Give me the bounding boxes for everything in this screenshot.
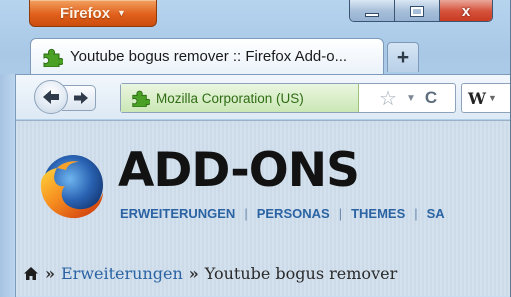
back-button[interactable] [34, 79, 68, 114]
home-icon[interactable] [23, 266, 39, 281]
back-arrow-icon [43, 89, 59, 104]
breadcrumb-chevron: » [188, 264, 199, 283]
breadcrumb: » Erweiterungen » Youtube bogus remover [23, 264, 397, 283]
page-title: ADD-ONS [118, 143, 360, 198]
forward-arrow-icon [73, 92, 88, 104]
addons-category-nav: ERWEITERUNGEN | PERSONAS | THEMES | SA [120, 206, 445, 221]
plus-icon: + [396, 45, 410, 69]
back-forward-group [34, 79, 120, 114]
search-engine-dropdown-icon[interactable]: ▼ [488, 93, 497, 103]
nav-link-sa[interactable]: SA [427, 206, 445, 221]
nav-separator: | [244, 206, 248, 221]
url-bar[interactable]: Mozilla Corporation (US) ☆ ▼ C [120, 83, 456, 113]
site-identity-button[interactable]: Mozilla Corporation (US) [121, 84, 359, 112]
tab-youtube-bogus-remover[interactable]: Youtube bogus remover :: Firefox Add-o..… [30, 38, 384, 74]
search-bar[interactable]: W ▼ [461, 83, 510, 113]
firefox-menu-label: Firefox [60, 4, 111, 22]
url-bar-icons: ☆ ▼ C [379, 84, 437, 112]
maximize-icon [410, 5, 424, 17]
tab-title: Youtube bogus remover :: Firefox Add-o..… [70, 48, 348, 65]
firefox-logo-icon [40, 155, 103, 219]
minimize-button[interactable] [350, 0, 395, 21]
nav-separator: | [338, 206, 343, 221]
breadcrumb-current: Youtube bogus remover [204, 264, 398, 283]
addon-puzzle-icon [43, 48, 63, 67]
new-tab-button[interactable]: + [387, 42, 419, 72]
page-content: ADD-ONS ERWEITERUNGEN | PERSONAS | THEME… [16, 120, 510, 296]
browser-window: Firefox ▼ x Youtube bogus remover :: Fir… [0, 0, 511, 297]
breadcrumb-link-erweiterungen[interactable]: Erweiterungen [61, 264, 183, 283]
window-controls: x [349, 0, 493, 22]
history-dropdown-icon[interactable]: ▼ [406, 93, 416, 104]
breadcrumb-chevron: » [45, 264, 55, 283]
nav-separator: | [414, 206, 418, 221]
chevron-down-icon: ▼ [117, 8, 126, 18]
identity-label: Mozilla Corporation (US) [156, 90, 304, 106]
navigation-toolbar: Mozilla Corporation (US) ☆ ▼ C W ▼ [16, 74, 510, 119]
wikipedia-icon[interactable]: W [468, 89, 486, 108]
nav-link-themes[interactable]: THEMES [351, 206, 405, 221]
nav-link-personas[interactable]: PERSONAS [257, 206, 330, 221]
bookmark-star-icon[interactable]: ☆ [379, 86, 397, 111]
addon-puzzle-icon [132, 90, 150, 107]
maximize-button[interactable] [395, 0, 440, 21]
nav-link-erweiterungen[interactable]: ERWEITERUNGEN [120, 206, 235, 221]
close-icon: x [461, 2, 471, 20]
minimize-icon [365, 13, 379, 17]
close-button[interactable]: x [440, 0, 492, 21]
window-frame-left [0, 74, 16, 297]
reload-icon[interactable]: C [425, 88, 437, 108]
firefox-menu-button[interactable]: Firefox ▼ [29, 0, 157, 27]
